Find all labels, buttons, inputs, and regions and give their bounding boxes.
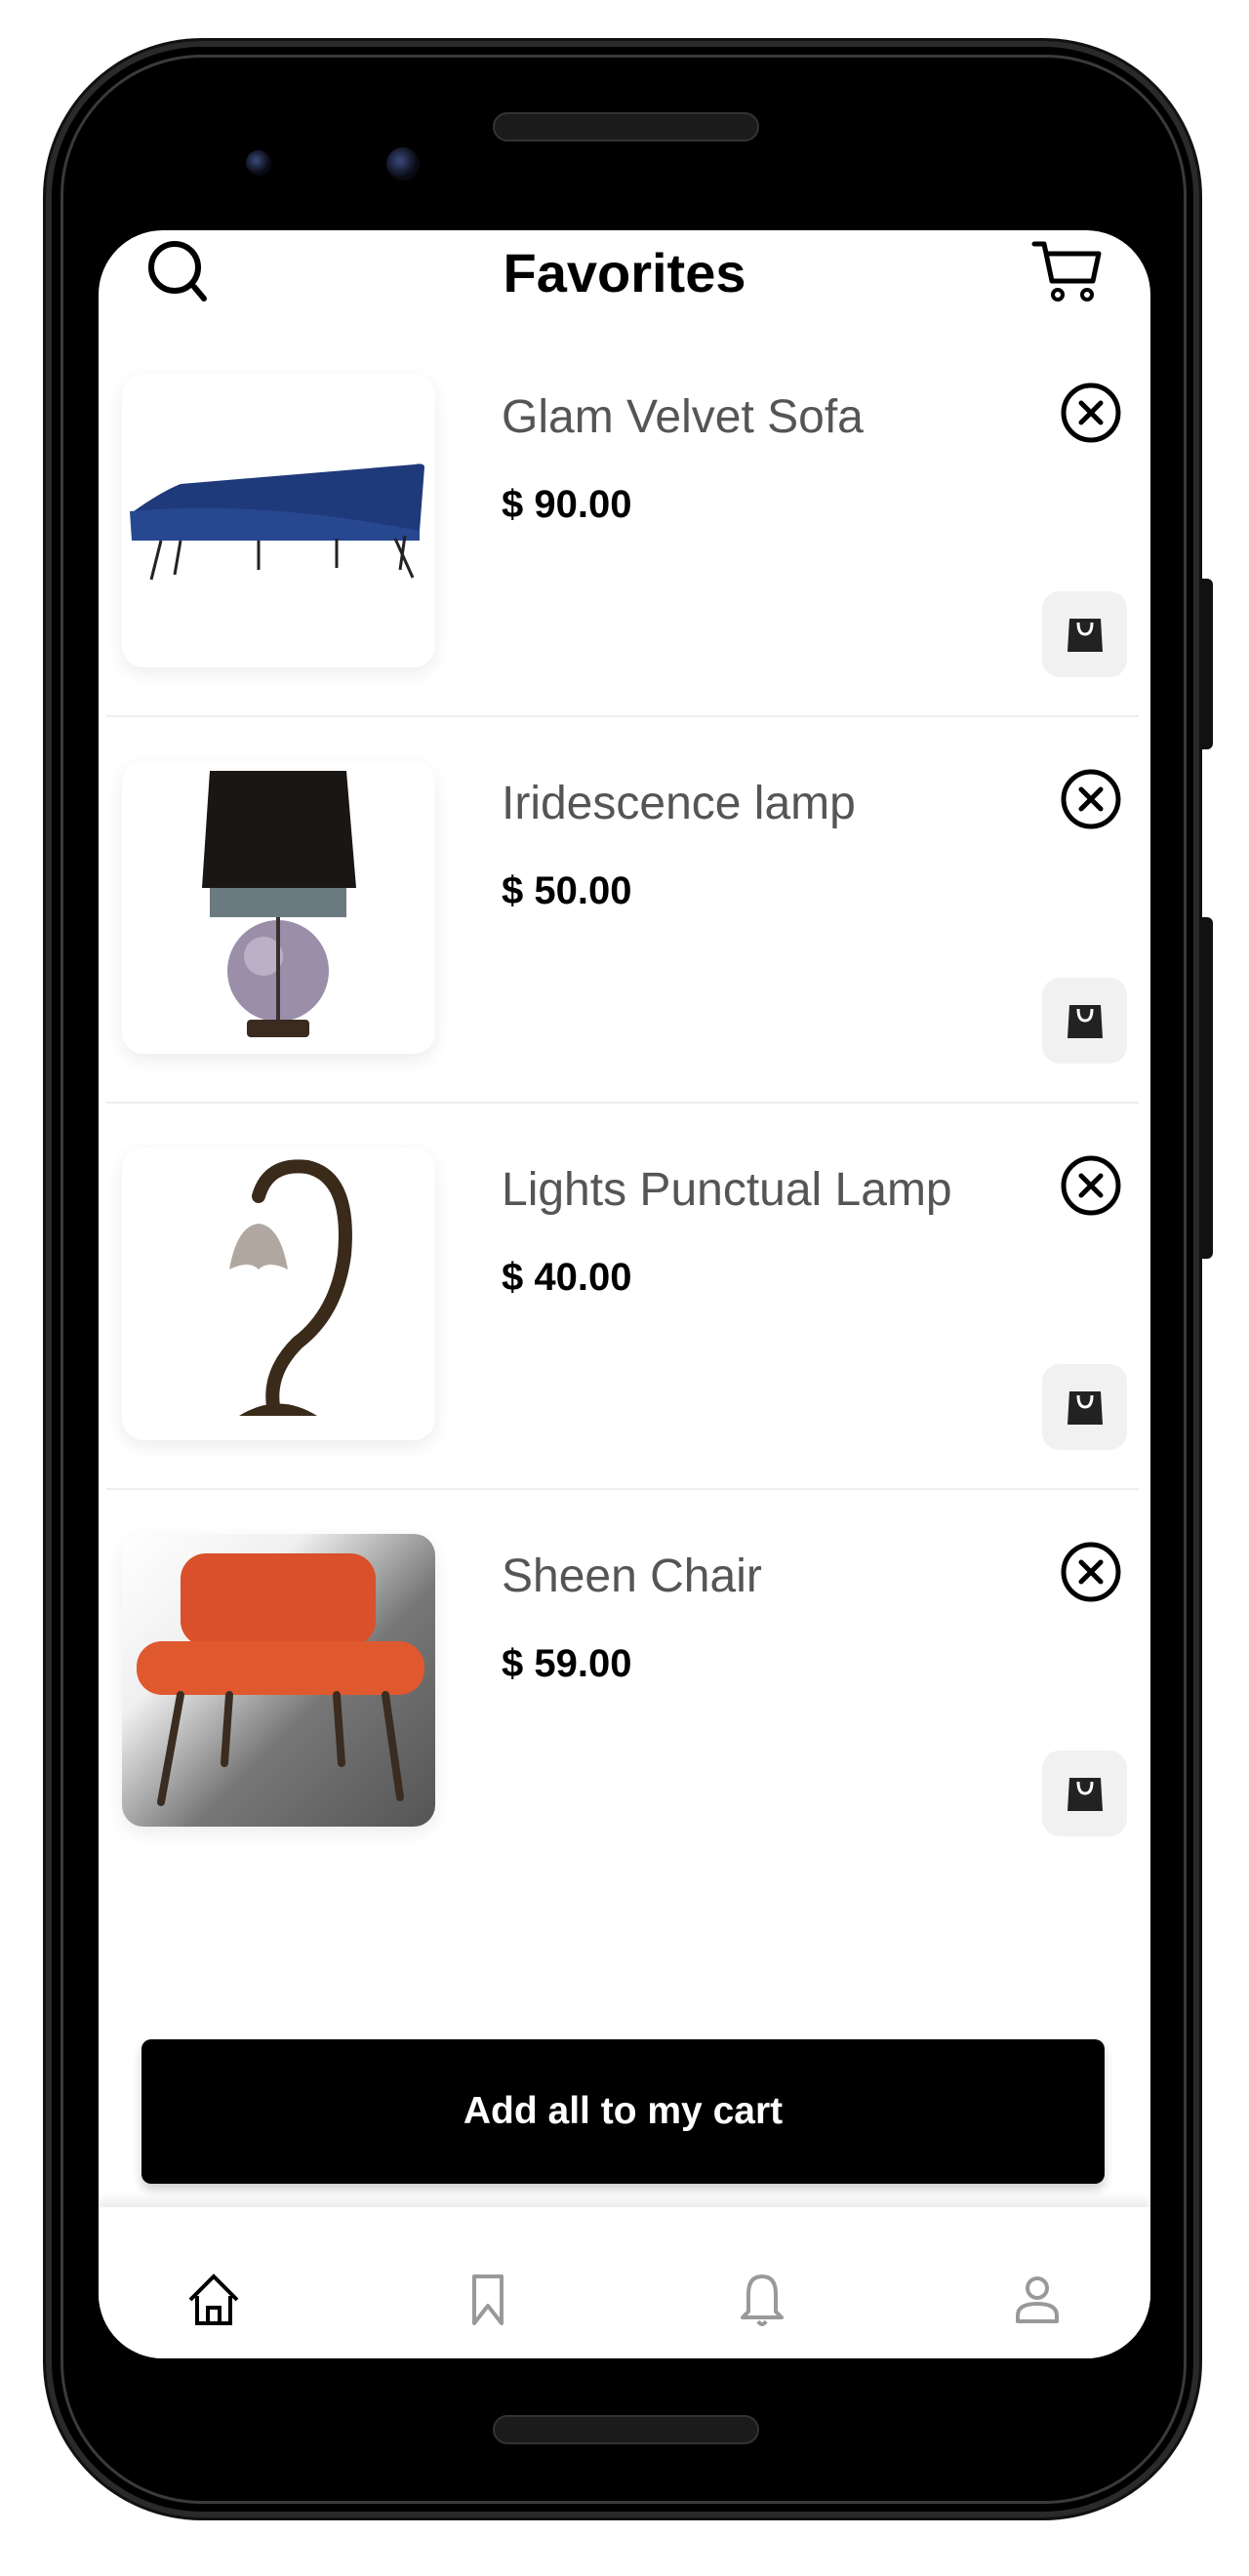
page-title: Favorites	[503, 242, 746, 303]
product-name[interactable]: Iridescence lamp	[502, 775, 856, 833]
bottom-navigation	[99, 2207, 1150, 2358]
product-image-sheen-chair	[122, 1534, 435, 1827]
bottom-speaker	[493, 2415, 759, 2444]
earpiece-speaker	[493, 112, 759, 141]
front-camera	[386, 147, 420, 181]
favorite-item[interactable]: Sheen Chair $ 59.00	[99, 1534, 1150, 1920]
product-price: $ 90.00	[502, 483, 632, 526]
add-to-cart-button[interactable]	[1042, 591, 1127, 677]
remove-favorite-button[interactable]	[1060, 1154, 1122, 1217]
favorite-item[interactable]: Iridescence lamp $ 50.00	[99, 761, 1150, 1147]
row-divider	[106, 1488, 1139, 1490]
app-screen: Favorites Glam Velvet Sofa $ 90.00 Iride…	[99, 230, 1150, 2358]
shopping-bag-icon	[1067, 1005, 1103, 1038]
profile-icon[interactable]	[1003, 2266, 1071, 2334]
bell-icon[interactable]	[728, 2266, 796, 2334]
product-price: $ 50.00	[502, 869, 632, 912]
cart-icon[interactable]	[1030, 238, 1105, 306]
remove-favorite-button[interactable]	[1060, 768, 1122, 830]
product-price: $ 40.00	[502, 1256, 632, 1299]
add-all-to-cart-button[interactable]: Add all to my cart	[141, 2039, 1105, 2184]
row-divider	[106, 1102, 1139, 1104]
favorite-item[interactable]: Lights Punctual Lamp $ 40.00	[99, 1147, 1150, 1534]
shopping-bag-icon	[1067, 1391, 1103, 1425]
favorite-item[interactable]: Glam Velvet Sofa $ 90.00	[99, 375, 1150, 761]
shopping-bag-icon	[1067, 1778, 1103, 1811]
power-button	[1199, 579, 1213, 749]
add-to-cart-button[interactable]	[1042, 1364, 1127, 1450]
product-price: $ 59.00	[502, 1642, 632, 1685]
home-icon[interactable]	[180, 2266, 248, 2334]
product-image-iridescence-lamp	[122, 761, 435, 1054]
shopping-bag-icon	[1067, 619, 1103, 652]
remove-favorite-button[interactable]	[1060, 1541, 1122, 1603]
product-image-punctual-lamp	[122, 1147, 435, 1440]
product-image-sofa	[122, 375, 435, 667]
product-name[interactable]: Sheen Chair	[502, 1548, 762, 1606]
product-name[interactable]: Glam Velvet Sofa	[502, 388, 864, 447]
product-name[interactable]: Lights Punctual Lamp	[502, 1161, 952, 1220]
front-sensor	[246, 150, 271, 176]
bookmark-icon[interactable]	[454, 2266, 522, 2334]
volume-button	[1199, 917, 1213, 1259]
add-to-cart-button[interactable]	[1042, 978, 1127, 1064]
row-divider	[106, 715, 1139, 717]
add-to-cart-button[interactable]	[1042, 1751, 1127, 1836]
remove-favorite-button[interactable]	[1060, 382, 1122, 444]
